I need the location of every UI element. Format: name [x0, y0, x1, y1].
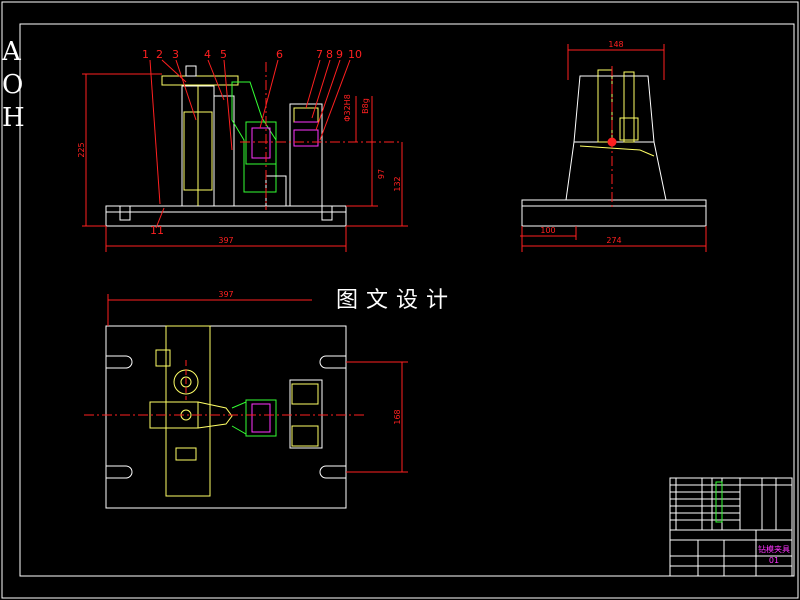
part-number-label: 6 [276, 48, 283, 61]
dim-front-height: 225 [77, 142, 86, 157]
dim-bore-dia: Φ32H8 [343, 94, 352, 122]
dim-bore-fit: B8g [361, 98, 370, 114]
part-number-label: 10 [348, 48, 362, 61]
dim-side-top-width: 148 [608, 40, 623, 49]
plan-view-dimensions [84, 294, 408, 473]
part-number-label: 7 [316, 48, 323, 61]
dim-center-height: 132 [393, 176, 402, 191]
part-number-label: 1 [142, 48, 149, 61]
front-support [289, 103, 323, 207]
side-stamp-letter: A [2, 37, 21, 67]
part-number-label: 8 [326, 48, 333, 61]
front-view-dimensions [82, 73, 408, 252]
part-number-label: 5 [220, 48, 227, 61]
part-number-label: 11 [150, 224, 164, 237]
dim-plan-height: 168 [393, 409, 402, 424]
title-block-drawing-title: 钻模夹具 [758, 544, 790, 554]
side-base [521, 199, 707, 227]
dim-side-offset: 100 [540, 226, 555, 235]
plan-base [105, 325, 347, 509]
dim-plan-width: 397 [218, 290, 233, 299]
dim-front-width: 397 [218, 236, 233, 245]
dim-side-width: 274 [606, 236, 621, 245]
side-stamp-letter: O [2, 70, 24, 100]
dim-sub-height: 97 [377, 169, 386, 179]
side-frame [565, 75, 667, 201]
part-number-label: 3 [172, 48, 179, 61]
title-block-sheet-no: 01 [769, 556, 779, 565]
side-stamp-letter: H [2, 103, 25, 133]
watermark-text: 图文设计 [336, 288, 457, 313]
part-number-label: 2 [156, 48, 163, 61]
front-base [105, 205, 347, 227]
side-stamp: A O H [2, 36, 25, 135]
plan-drill-bush [245, 399, 277, 437]
plan-view [105, 325, 347, 509]
side-view [521, 69, 707, 227]
plan-support [289, 379, 323, 449]
part-number-label: 4 [204, 48, 211, 61]
front-view [105, 65, 347, 227]
plan-column [165, 325, 211, 497]
part-number-label: 9 [336, 48, 343, 61]
